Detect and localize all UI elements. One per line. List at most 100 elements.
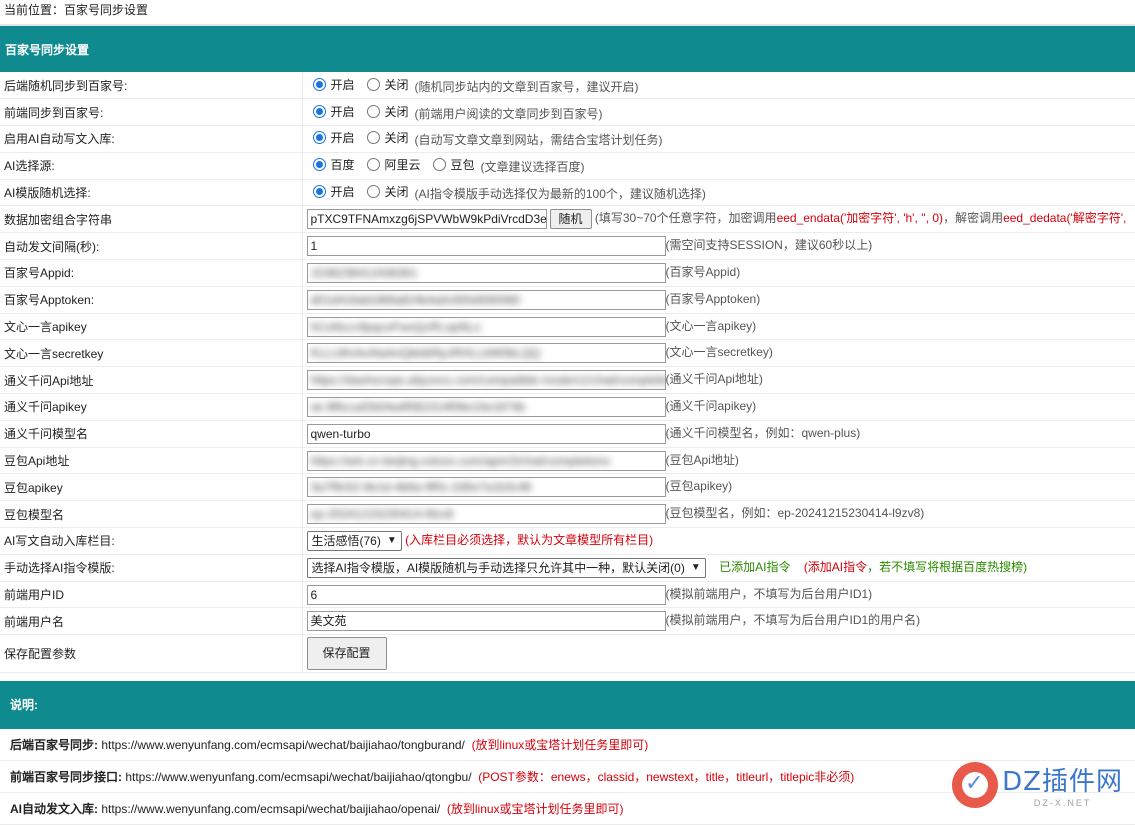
encrypt-input[interactable]: pTXC9TFNAmxzg6jSPVWbW9kPdiVrcdD3eec [306,209,547,230]
radio-option[interactable]: 百度 [307,156,355,173]
text-input[interactable]: 3a7f9c52-8e1d-4b6a-9f0c-2d5e7a1b3c48 [306,477,666,498]
setting-note: (前端用户阅读的文章同步到百家号) [414,106,603,121]
field-note: (通义千问模型名，例如：qwen-plus) [665,425,861,440]
radio-option-label: 开启 [330,77,355,92]
added-ai-commands-link[interactable]: 已添加AI指令 [719,560,790,574]
setting-note: (随机同步站内的文章到百家号，建议开启) [414,79,639,94]
radio-option[interactable]: 开启 [307,183,355,200]
field-label: 通义千问Api地址 [0,366,303,395]
radio-option[interactable]: 关闭 [361,103,409,120]
setting-note: (自动写文章文章到网站，需结合宝塔计划任务) [414,133,663,148]
text-setting-row: 文心一言secretkey KLLLWvAvAlaAnQkkibRpJRHLLbW… [0,339,1135,368]
text-input[interactable]: 1538238412436361 [306,262,666,283]
text-setting-row: 豆包apikey 3a7f9c52-8e1d-4b6a-9f0c-2d5e7a1b… [0,473,1135,502]
radio-option-label: 关闭 [384,77,409,92]
category-select[interactable]: 生活感悟(76) ▼ [306,530,402,551]
notes-row: 后端百家号同步: https://www.wenyunfang.com/ecms… [0,729,1135,762]
note-url[interactable]: https://www.wenyunfang.com/ecmsapi/wecha… [125,770,471,784]
text-input[interactable]: d01d416dd186fa824b4a0c650d590080 [306,289,666,310]
text-input[interactable]: ep-20241215230414-l9zv8 [306,504,666,525]
field-note: (需空间支持SESSION，建议60秒以上) [665,238,873,253]
user-name-input[interactable]: 美文苑 [306,611,666,632]
field-label: 豆包apikey [0,473,303,502]
radio-button[interactable] [366,77,380,91]
radio-option-label: 阿里云 [384,158,421,173]
text-input[interactable]: 1 [306,236,666,257]
field-label: 豆包Api地址 [0,447,303,475]
radio-button[interactable] [366,104,380,118]
field-label: 百家号Appid: [0,259,303,287]
note-url[interactable]: https://www.wenyunfang.com/ecmsapi/wecha… [101,738,465,752]
text-input[interactable]: https://dashscope.aliyuncs.com/compatibl… [306,370,666,391]
field-label: 前端同步到百家号: [0,98,303,127]
text-setting-row: 通义千问Api地址 https://dashscope.aliyuncs.com/… [0,366,1135,395]
field-note: (豆包Api地址) [665,452,739,467]
radio-setting-row: AI选择源: 百度 阿里云 豆包 (文章建议选择百度) [0,152,1135,180]
field-note: (文心一言apikey) [665,318,757,333]
save-row: 保存配置参数 保存配置 [0,634,1135,674]
text-input[interactable]: https://ark.cn-beijing.volces.com/api/v3… [306,450,666,471]
settings-table: 后端随机同步到百家号: 开启 关闭 (随机同步站内的文章到百家号，建议开启) 前端同步到… [0,72,1135,674]
radio-button[interactable] [312,185,326,199]
template-selected: 选择AI指令模版，AI模版随机与手动选择只允许其中一种，默认关闭(0) [311,561,685,576]
user-name-row: 前端用户名 美文苑 (模拟前端用户，不填写为后台用户ID1的用户名) [0,607,1135,636]
radio-option[interactable]: 开启 [307,76,355,93]
text-setting-row: 通义千问模型名 qwen-turbo (通义千问模型名，例如：qwen-plus) [0,420,1135,448]
field-label: 保存配置参数 [0,634,303,674]
breadcrumb-current[interactable]: 百家号同步设置 [64,3,148,17]
save-config-button[interactable]: 保存配置 [306,637,387,671]
radio-button[interactable] [366,158,380,172]
notes-title: 说明: [0,681,1135,730]
text-input[interactable]: hCoNccc9pqcoFwoQcRLopNLo [306,316,666,337]
user-id-input[interactable]: 6 [306,584,666,605]
field-label: 前端用户名 [0,607,303,636]
text-input[interactable]: qwen-turbo [306,423,666,444]
radio-option[interactable]: 关闭 [361,76,409,93]
field-label: 百家号Apptoken: [0,286,303,314]
text-input[interactable]: sk-9f6ccaf2b04a4f081014f06e10e1874b [306,396,666,417]
category-row: AI写文自动入库栏目: 生活感悟(76) ▼ (入库栏目必须选择，默认为文章模型所… [0,527,1135,555]
user-id-row: 前端用户ID 6 (模拟前端用户，不填写为后台用户ID1) [0,581,1135,609]
radio-setting-row: 后端随机同步到百家号: 开启 关闭 (随机同步站内的文章到百家号，建议开启) [0,72,1135,100]
radio-option[interactable]: 开启 [307,103,355,120]
setting-note: (AI指令模版手动选择仅为最新的100个，建议随机选择) [414,187,706,202]
field-note: (豆包模型名，例如：ep-20241215230414-l9zv8) [665,506,925,521]
radio-button[interactable] [312,131,326,145]
field-label: 文心一言secretkey [0,339,303,368]
radio-button[interactable] [312,158,326,172]
radio-option-label: 百度 [330,158,355,173]
note-url[interactable]: https://www.wenyunfang.com/ecmsapi/wecha… [101,802,440,816]
random-button[interactable]: 随机 [549,209,592,230]
radio-setting-row: 前端同步到百家号: 开启 关闭 (前端用户阅读的文章同步到百家号) [0,98,1135,127]
encrypt-func: eed_endata('加密字符', 'h', '', 0) [776,211,944,226]
watermark-sub: DZ-X.NET [1033,798,1092,808]
add-ai-command-link[interactable]: (添加AI指令 [804,560,867,574]
text-input[interactable]: KLLLWvAvAlaAnQkkibRpJRHLLbW0bLQQ [306,343,666,364]
radio-option[interactable]: 豆包 [427,156,475,173]
template-select[interactable]: 选择AI指令模版，AI模版随机与手动选择只允许其中一种，默认关闭(0) ▼ [306,557,706,578]
radio-option[interactable]: 关闭 [361,129,409,146]
radio-button[interactable] [366,185,380,199]
note-name: 前端百家号同步接口: [10,770,122,785]
input-value: qwen-turbo [310,426,371,441]
text-setting-row: 百家号Apptoken: d01d416dd186fa824b4a0c650d59… [0,286,1135,314]
field-note: (通义千问Api地址) [665,372,763,387]
field-label: AI选择源: [0,152,303,180]
radio-button[interactable] [432,158,446,172]
radio-button[interactable] [312,104,326,118]
field-label: 后端随机同步到百家号: [0,72,303,100]
radio-button[interactable] [312,77,326,91]
field-label: 自动发文间隔(秒): [0,232,303,261]
field-label: AI写文自动入库栏目: [0,527,303,555]
site-watermark: DZ插件网 DZ-X.NET [952,761,1123,808]
radio-option[interactable]: 关闭 [361,183,409,200]
text-setting-row: 自动发文间隔(秒): 1 (需空间支持SESSION，建议60秒以上) [0,232,1135,261]
radio-button[interactable] [366,131,380,145]
text-setting-row: 豆包Api地址 https://ark.cn-beijing.volces.com… [0,447,1135,475]
field-note: (百家号Appid) [665,265,741,280]
radio-option[interactable]: 阿里云 [361,156,421,173]
note-tip: (放到linux或宝塔计划任务里即可) [471,738,649,753]
input-value: ep-20241215230414-l9zv8 [310,507,454,522]
encrypt-row: 数据加密组合字符串 pTXC9TFNAmxzg6jSPVWbW9kPdiVrcd… [0,205,1135,234]
radio-option[interactable]: 开启 [307,129,355,146]
